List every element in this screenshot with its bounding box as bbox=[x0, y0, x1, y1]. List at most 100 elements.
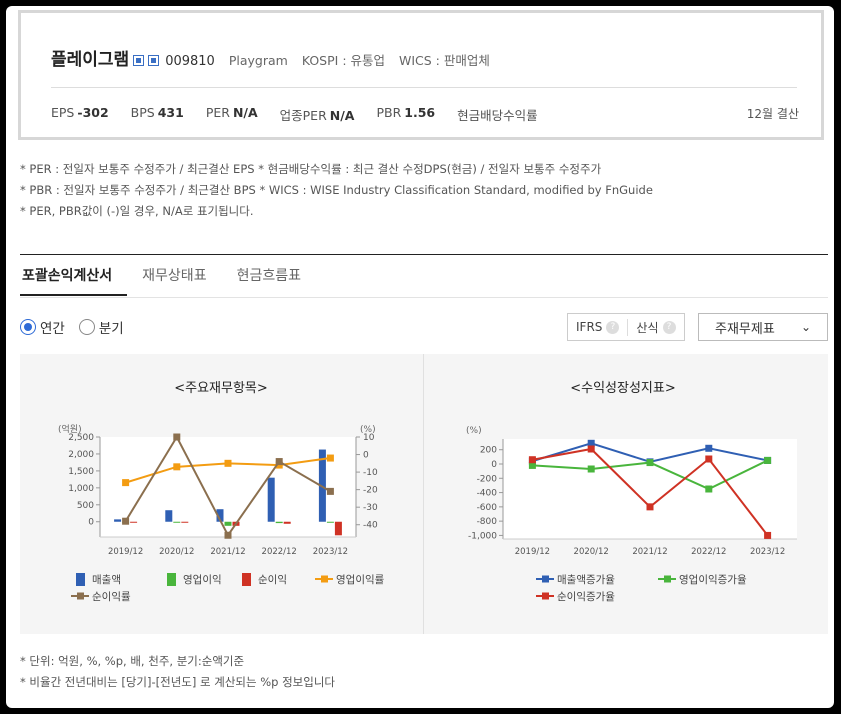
tabs-bottom-border bbox=[20, 297, 828, 298]
stock-code: 009810 bbox=[165, 54, 215, 69]
ifrs-toggle[interactable]: IFRS? bbox=[568, 320, 627, 334]
right-tick-label: -10 bbox=[363, 468, 378, 478]
x-tick-label: 2023/12 bbox=[313, 547, 348, 557]
x-tick-label: 2021/12 bbox=[632, 547, 667, 557]
metric-bps: BPS 431 bbox=[130, 105, 184, 120]
bar-순이익 bbox=[334, 521, 342, 536]
statement-tabs: 포괄손익계산서 재무상태표 현금흐름표 bbox=[20, 265, 316, 297]
financial-items-chart: <주요재무항목> (억원) (%) 2,5002,0001,5001,00050… bbox=[58, 381, 385, 603]
x-tick-label: 2021/12 bbox=[210, 547, 245, 557]
bar-영업이익 bbox=[275, 521, 283, 524]
metrics-row: EPS -302 BPS 431 PER N/A 업종PER N/A PBR 1.56 현… bbox=[51, 105, 563, 124]
bar-매출액 bbox=[114, 519, 122, 522]
page-frame: 플레이그램 009810 Playgram KOSPI : 유통업 WICS :… bbox=[6, 6, 834, 708]
header-divider bbox=[51, 87, 797, 88]
definition-notes: * PER : 전일자 보통주 수정주가 / 최근결산 EPS * 현금배당수익… bbox=[20, 159, 653, 222]
point-순이익증가율 bbox=[528, 456, 536, 464]
bar-순이익 bbox=[130, 521, 138, 523]
tab-income-statement[interactable]: 포괄손익계산서 bbox=[20, 265, 128, 296]
point-순이익률 bbox=[275, 458, 283, 466]
legend-순이익-swatch bbox=[242, 573, 251, 586]
metric-per: PER N/A bbox=[205, 105, 258, 120]
bar-매출액 bbox=[267, 477, 275, 522]
point-영업이익증가율 bbox=[587, 465, 595, 473]
statement-type-dropdown[interactable]: 주재무제표 ⌄ bbox=[698, 313, 828, 341]
bar-영업이익 bbox=[224, 521, 232, 526]
metric-dividend-yield: 현금배당수익률 bbox=[457, 108, 538, 123]
legend-매출액-label: 매출액 bbox=[92, 574, 121, 586]
legend-매출액-swatch bbox=[76, 573, 85, 586]
company-row: 플레이그램 009810 Playgram KOSPI : 유통업 WICS :… bbox=[51, 45, 490, 70]
y-tick-label: -600 bbox=[477, 503, 498, 513]
legend-영업이익-label: 영업이익 bbox=[183, 573, 222, 586]
footer-notes: * 단위: 억원, %, %p, 배, 천주, 분기:순액기준 * 비율간 전년… bbox=[20, 651, 335, 693]
bar-순이익 bbox=[283, 521, 291, 524]
chevron-down-icon: ⌄ bbox=[800, 320, 811, 334]
plot-area bbox=[503, 439, 797, 539]
left-tick-label: 2,500 bbox=[68, 433, 94, 443]
point-영업이익률 bbox=[326, 454, 334, 462]
bar-매출액 bbox=[165, 510, 173, 522]
tab-cash-flow[interactable]: 현금흐름표 bbox=[222, 265, 316, 297]
dropdown-selected: 주재무제표 bbox=[715, 321, 775, 337]
right-tick-label: -20 bbox=[363, 486, 378, 496]
chart-title: <수익성장성지표> bbox=[570, 381, 676, 396]
legend-순이익증가율-label: 순이익증가율 bbox=[557, 591, 615, 603]
point-순이익증가율 bbox=[646, 503, 654, 511]
point-영업이익률 bbox=[224, 459, 232, 467]
radio-quarterly[interactable] bbox=[78, 319, 95, 335]
metric-sector-per: 업종PER N/A bbox=[279, 108, 355, 123]
x-tick-label: 2019/12 bbox=[515, 547, 550, 557]
x-tick-label: 2022/12 bbox=[691, 547, 726, 557]
point-순이익률 bbox=[326, 487, 334, 495]
legend-순이익-label: 순이익 bbox=[258, 574, 287, 586]
note-line: * PER, PBR값이 (-)일 경우, N/A로 표기됩니다. bbox=[20, 204, 254, 218]
left-tick-label: 500 bbox=[77, 501, 94, 511]
y-axis-label: (%) bbox=[466, 426, 482, 436]
point-영업이익증가율 bbox=[646, 459, 654, 467]
y-tick-label: -200 bbox=[477, 474, 498, 484]
growth-indicators-chart: <수익성장성지표> (%) 200 0 -200 -400 -600 -800 -1,000… bbox=[466, 381, 797, 603]
point-순이익률 bbox=[122, 517, 130, 525]
english-name: Playgram bbox=[228, 53, 288, 68]
wics-sector: WICS : 판매업체 bbox=[399, 53, 490, 68]
help-icon[interactable]: ? bbox=[606, 320, 620, 334]
point-매출액증가율 bbox=[705, 444, 713, 452]
point-순이익증가율 bbox=[764, 531, 772, 539]
x-tick-label: 2020/12 bbox=[574, 547, 609, 557]
tab-balance-sheet[interactable]: 재무상태표 bbox=[127, 265, 221, 297]
bar-영업이익 bbox=[173, 521, 181, 523]
left-tick-label: 1,000 bbox=[68, 484, 94, 494]
formula-toggle[interactable]: 산식? bbox=[627, 318, 683, 336]
home-icon[interactable] bbox=[133, 55, 145, 66]
metric-pbr: PBR 1.56 bbox=[376, 105, 436, 120]
chart-title: <주요재무항목> bbox=[174, 381, 268, 396]
left-tick-label: 1,500 bbox=[68, 467, 94, 477]
note-line: * PER : 전일자 보통주 수정주가 / 최근결산 EPS * 현금배당수익… bbox=[20, 162, 602, 176]
x-tick-label: 2019/12 bbox=[108, 547, 143, 557]
y-tick-label: 200 bbox=[480, 446, 497, 456]
point-영업이익증가율 bbox=[764, 456, 772, 464]
bar-영업이익 bbox=[326, 521, 334, 523]
legend-순이익증가율-swatch-marker bbox=[542, 592, 549, 600]
right-tick-label: -40 bbox=[363, 521, 378, 531]
radio-quarterly-label[interactable]: 분기 bbox=[99, 317, 124, 337]
legend-순이익률-swatch-marker bbox=[77, 592, 84, 600]
help-icon[interactable]: ? bbox=[662, 320, 676, 334]
legend-매출액증가율-label: 매출액증가율 bbox=[557, 574, 615, 586]
footer-line: * 비율간 전년대비는 [당기]-[전년도] 로 계산되는 %p 정보입니다 bbox=[20, 675, 335, 689]
point-순이익증가율 bbox=[705, 455, 713, 463]
legend-순이익률-label: 순이익률 bbox=[92, 591, 131, 603]
right-tick-label: 0 bbox=[363, 451, 369, 461]
legend-영업이익-swatch bbox=[167, 573, 176, 586]
point-영업이익률 bbox=[122, 479, 130, 487]
radio-annual-label[interactable]: 연간 bbox=[40, 317, 65, 337]
radio-annual[interactable] bbox=[20, 319, 36, 335]
left-tick-label: 0 bbox=[88, 518, 94, 528]
homepage-icon[interactable] bbox=[148, 55, 160, 66]
legend-매출액증가율-swatch-marker bbox=[542, 575, 549, 583]
legend-영업이익증가율-label: 영업이익증가율 bbox=[679, 573, 747, 586]
y-tick-label: 0 bbox=[491, 460, 497, 470]
footer-line: * 단위: 억원, %, %p, 배, 천주, 분기:순액기준 bbox=[20, 654, 245, 668]
point-영업이익률 bbox=[173, 463, 181, 471]
